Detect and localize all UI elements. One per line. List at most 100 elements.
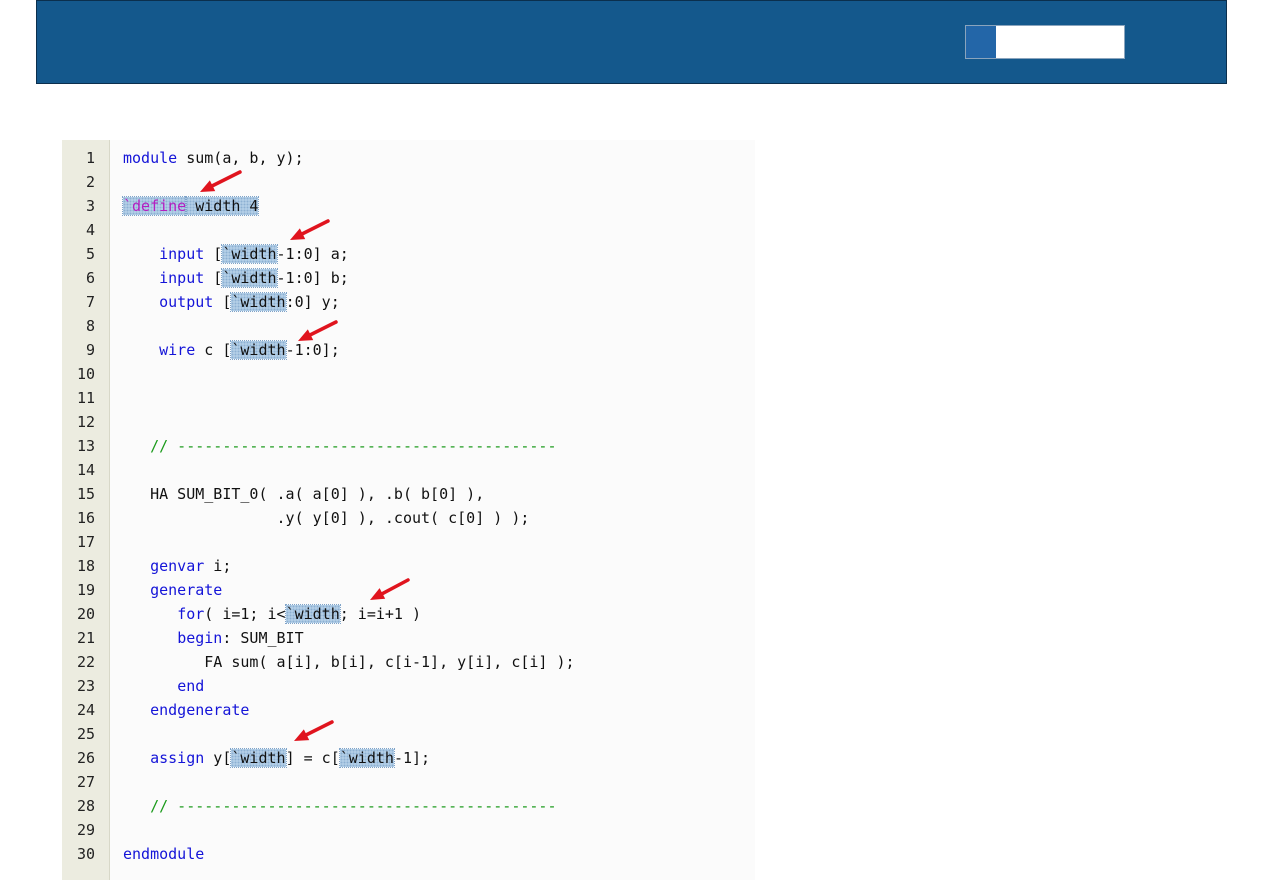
code-line[interactable]: 30 endmodule <box>62 842 755 866</box>
code-line[interactable]: 20 for( i=1; i<`width; i=i+1 ) <box>62 602 755 626</box>
line-number: 10 <box>76 365 95 383</box>
code-line[interactable]: 10 <box>62 362 755 386</box>
line-number: 18 <box>76 557 95 575</box>
text-token: -1:0] a; <box>276 245 349 263</box>
line-number: 8 <box>85 317 95 335</box>
keyword-token: for <box>177 605 205 623</box>
code-editor[interactable]: 1 module sum(a, b, y); 2 3 `define width 445… <box>62 140 755 880</box>
code-line[interactable]: 9 wire c [`width-1:0]; <box>62 338 755 362</box>
code-line[interactable]: 5 input [`width-1:0] a; <box>62 242 755 266</box>
code-text: `define width 4 <box>121 194 260 218</box>
code-line[interactable]: 11 <box>62 386 755 410</box>
code-text: HA SUM_BIT_0( .a( a[0] ), .b( b[0] ), <box>123 482 484 506</box>
text-token: [ <box>213 293 232 311</box>
keyword-token: endmodule <box>123 845 205 863</box>
code-text: assign y[`width] = c[`width-1]; <box>123 746 430 770</box>
line-number: 6 <box>85 269 95 287</box>
text-token: -1]; <box>393 749 431 767</box>
code-line[interactable]: 8 <box>62 314 755 338</box>
text-token: i; <box>204 557 232 575</box>
line-number: 15 <box>76 485 95 503</box>
line-number: 19 <box>76 581 95 599</box>
code-line[interactable]: 27 <box>62 770 755 794</box>
line-number: 12 <box>76 413 95 431</box>
code-line[interactable]: 21 begin: SUM_BIT <box>62 626 755 650</box>
code-text: wire c [`width-1:0]; <box>123 338 340 362</box>
text-token: : SUM_BIT <box>222 629 304 647</box>
highlighted-token: `width <box>230 292 287 312</box>
line-number: 9 <box>85 341 95 359</box>
line-number: 3 <box>85 197 95 215</box>
line-number: 20 <box>76 605 95 623</box>
code-line[interactable]: 2 <box>62 170 755 194</box>
code-line[interactable]: 29 <box>62 818 755 842</box>
keyword-token: input <box>159 269 205 287</box>
keyword-token: wire <box>159 341 196 359</box>
text-token: HA SUM_BIT_0( .a( a[0] ), .b( b[0] ), <box>123 485 485 503</box>
code-line[interactable]: 4 <box>62 218 755 242</box>
code-text: // -------------------------------------… <box>123 434 556 458</box>
header-search-box[interactable] <box>965 25 1125 59</box>
line-number: 29 <box>76 821 95 839</box>
code-line[interactable]: 22 FA sum( a[i], b[i], c[i-1], y[i], c[i… <box>62 650 755 674</box>
code-line[interactable]: 23 end <box>62 674 755 698</box>
code-line[interactable]: 19 generate <box>62 578 755 602</box>
code-line[interactable]: 7 output [`width:0] y; <box>62 290 755 314</box>
text-token: [ <box>204 245 223 263</box>
line-number: 21 <box>76 629 95 647</box>
line-number: 5 <box>85 245 95 263</box>
code-text: // -------------------------------------… <box>123 794 556 818</box>
line-number: 7 <box>85 293 95 311</box>
code-line[interactable]: 14 <box>62 458 755 482</box>
text-token: -1:0] b; <box>276 269 349 287</box>
code-line[interactable]: 28 // ----------------------------------… <box>62 794 755 818</box>
text-token: ; i=i+1 ) <box>339 605 422 623</box>
text-token: FA sum( a[i], b[i], c[i-1], y[i], c[i] )… <box>123 653 575 671</box>
line-number: 14 <box>76 461 95 479</box>
code-line[interactable]: 17 <box>62 530 755 554</box>
code-line[interactable]: 6 input [`width-1:0] b; <box>62 266 755 290</box>
code-line[interactable]: 1 module sum(a, b, y); <box>62 146 755 170</box>
text-token: ( i=1; i< <box>204 605 286 623</box>
code-line[interactable]: 25 <box>62 722 755 746</box>
code-line[interactable]: 3 `define width 4 <box>62 194 755 218</box>
code-text: genvar i; <box>123 554 231 578</box>
code-text: .y( y[0] ), .cout( c[0] ) ); <box>123 506 530 530</box>
code-line[interactable]: 16 .y( y[0] ), .cout( c[0] ) ); <box>62 506 755 530</box>
keyword-token: output <box>159 293 214 311</box>
code-line[interactable]: 24 endgenerate <box>62 698 755 722</box>
code-text: end <box>123 674 204 698</box>
keyword-token: module <box>123 149 178 167</box>
code-line[interactable]: 12 <box>62 410 755 434</box>
text-token: ] = c[ <box>285 749 340 767</box>
highlighted-token: `width <box>230 748 287 768</box>
header-box-icon <box>966 26 996 58</box>
code-line[interactable]: 15 HA SUM_BIT_0( .a( a[0] ), .b( b[0] ), <box>62 482 755 506</box>
code-line[interactable]: 18 genvar i; <box>62 554 755 578</box>
highlighted-token: `width <box>284 604 341 624</box>
code-text: generate <box>123 578 222 602</box>
line-number: 22 <box>76 653 95 671</box>
comment-token: // -------------------------------------… <box>150 437 557 455</box>
highlighted-token: `width <box>221 244 278 264</box>
text-token: -1:0]; <box>285 341 340 359</box>
highlighted-token: `define <box>121 196 188 216</box>
code-line[interactable]: 13 // ----------------------------------… <box>62 434 755 458</box>
comment-token: // -------------------------------------… <box>150 797 557 815</box>
line-number: 24 <box>76 701 95 719</box>
highlighted-token: `width <box>230 340 287 360</box>
code-line[interactable]: 26 assign y[`width] = c[`width-1]; <box>62 746 755 770</box>
text-token: [ <box>204 269 223 287</box>
code-text: input [`width-1:0] a; <box>123 242 349 266</box>
code-text: endgenerate <box>123 698 249 722</box>
line-number: 26 <box>76 749 95 767</box>
code-text: for( i=1; i<`width; i=i+1 ) <box>123 602 421 626</box>
